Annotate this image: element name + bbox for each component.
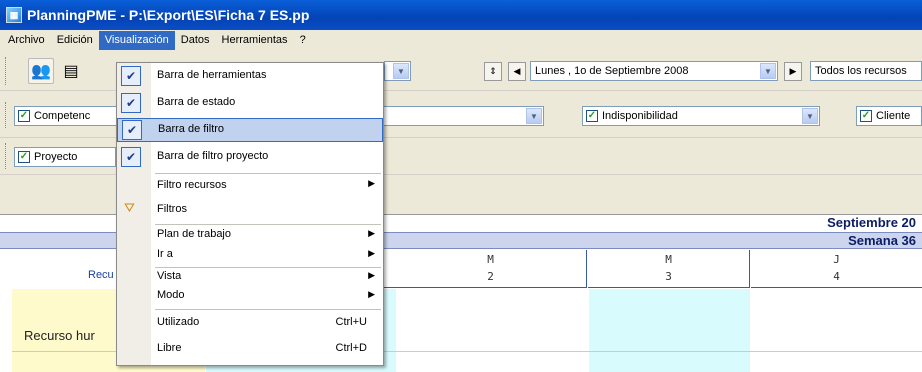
menu-item-label: Libre (157, 342, 182, 354)
submenu-arrow-icon: ▶ (368, 289, 375, 299)
menu-item-label: Utilizado (157, 316, 200, 328)
proyecto-filter[interactable]: ✓ Proyecto (14, 147, 116, 167)
check-icon: ✔ (121, 147, 141, 167)
day-number: 3 (665, 270, 672, 283)
menu-item-shortcut: Ctrl+D (335, 342, 367, 354)
submenu-arrow-icon: ▶ (368, 228, 375, 238)
menu-item-label: Barra de estado (157, 96, 236, 108)
menu-item-label: Modo (157, 289, 185, 301)
resources-value: Todos los recursos (815, 65, 907, 77)
date-value: Lunes , 1o de Septiembre 2008 (535, 65, 689, 77)
project-bar-grip[interactable] (5, 143, 8, 169)
menu-item-barra-herramientas[interactable]: ✔ Barra de herramientas (117, 65, 383, 89)
day-number: 4 (833, 270, 840, 283)
menu-separator (155, 173, 381, 174)
menu-item-utilizado[interactable]: Utilizado Ctrl+U (117, 312, 383, 336)
indisponibilidad-label: Indisponibilidad (602, 110, 678, 122)
next-date-button[interactable]: ▶ (784, 62, 802, 81)
check-icon: ✔ (122, 120, 142, 140)
menu-item-label: Ir a (157, 248, 173, 260)
menu-item-label: Barra de filtro (158, 123, 225, 135)
menu-bar: Archivo Edición Visualización Datos Herr… (0, 30, 922, 51)
day-header[interactable]: J 4 (751, 250, 922, 288)
proyecto-label: Proyecto (34, 151, 78, 163)
menu-item-label: Filtros (157, 203, 187, 215)
menu-item-label: Plan de trabajo (157, 228, 231, 240)
menu-edicion[interactable]: Edición (51, 31, 99, 50)
month-header: Septiembre 20 (827, 215, 916, 230)
day-letter: J (833, 253, 840, 266)
view-combo[interactable]: ▼ (384, 61, 411, 81)
submenu-arrow-icon: ▶ (368, 270, 375, 280)
menu-item-label: Barra de herramientas (157, 69, 267, 81)
checkbox-icon[interactable]: ✓ (586, 110, 598, 122)
menu-item-label: Filtro recursos (157, 179, 227, 191)
view-menu-dropdown: ✔ Barra de herramientas ✔ Barra de estad… (116, 62, 384, 366)
chevron-down-icon[interactable]: ▼ (393, 63, 409, 79)
checkbox-icon[interactable]: ✓ (18, 110, 30, 122)
filter-bar-grip[interactable] (5, 102, 8, 128)
submenu-arrow-icon: ▶ (368, 248, 375, 258)
prev-date-button[interactable]: ◀ (508, 62, 526, 81)
resources-icon[interactable]: 👥 (28, 58, 54, 84)
day-number: 2 (487, 270, 494, 283)
competencia-label: Competenc (34, 110, 91, 122)
menu-item-ir-a[interactable]: Ir a ▶ (117, 246, 383, 266)
checkbox-icon[interactable]: ✓ (860, 110, 872, 122)
menu-item-plan-trabajo[interactable]: Plan de trabajo ▶ (117, 226, 383, 246)
menu-item-filtro-recursos[interactable]: Filtro recursos ▶ (117, 175, 383, 197)
checkbox-icon[interactable]: ✓ (18, 151, 30, 163)
menu-item-vista[interactable]: Vista ▶ (117, 268, 383, 288)
filter-icon: ⛛ (124, 200, 135, 215)
title-bar: ▦ PlanningPME - P:\Export\ES\Ficha 7 ES.… (0, 0, 922, 30)
chevron-down-icon[interactable]: ▼ (760, 63, 776, 79)
menu-separator (155, 224, 381, 225)
menu-item-barra-filtro-proyecto[interactable]: ✔ Barra de filtro proyecto (117, 146, 383, 170)
check-icon: ✔ (121, 93, 141, 113)
menu-herramientas[interactable]: Herramientas (216, 31, 294, 50)
menu-item-filtros[interactable]: ⛛ Filtros (117, 197, 383, 223)
menu-datos[interactable]: Datos (175, 31, 216, 50)
menu-help[interactable]: ? (294, 31, 312, 50)
menu-item-barra-filtro[interactable]: ✔ Barra de filtro (117, 118, 383, 142)
cliente-filter[interactable]: ✓ Cliente (856, 106, 922, 126)
menu-separator (155, 309, 381, 310)
highlight-column[interactable] (589, 289, 750, 372)
competencia-filter[interactable]: ✓ Competenc (14, 106, 118, 126)
resources-combo[interactable]: Todos los recursos (810, 61, 922, 81)
chevron-down-icon[interactable]: ▼ (526, 108, 542, 124)
menu-item-barra-estado[interactable]: ✔ Barra de estado (117, 92, 383, 116)
menu-visualizacion[interactable]: Visualización (98, 31, 175, 50)
cliente-label: Cliente (876, 110, 911, 122)
indisponibilidad-filter[interactable]: ✓ Indisponibilidad ▼ (582, 106, 820, 126)
chevron-down-icon[interactable]: ▼ (802, 108, 818, 124)
menu-item-libre[interactable]: Libre Ctrl+D (117, 338, 383, 362)
menu-item-label: Barra de filtro proyecto (157, 150, 269, 162)
menu-item-label: Vista (157, 270, 182, 282)
date-combo[interactable]: Lunes , 1o de Septiembre 2008 ▼ (530, 61, 778, 81)
submenu-arrow-icon: ▶ (368, 178, 375, 188)
check-icon: ✔ (121, 66, 141, 86)
competencia-combo[interactable]: ▼ (384, 106, 544, 126)
day-letter: M (487, 253, 494, 266)
menu-item-modo[interactable]: Modo ▶ (117, 287, 383, 307)
day-letter: M (665, 253, 672, 266)
date-spin-button[interactable]: ⇕ (484, 62, 502, 81)
resource-name[interactable]: Recurso hur (24, 328, 95, 343)
menu-archivo[interactable]: Archivo (2, 31, 51, 50)
app-icon: ▦ (6, 7, 22, 23)
toolbar-grip[interactable] (5, 57, 8, 85)
window-title: PlanningPME - P:\Export\ES\Ficha 7 ES.pp (27, 7, 310, 23)
tasks-icon[interactable]: ▤ (58, 58, 84, 84)
menu-item-shortcut: Ctrl+U (335, 316, 367, 328)
day-header[interactable]: M 3 (588, 250, 750, 288)
